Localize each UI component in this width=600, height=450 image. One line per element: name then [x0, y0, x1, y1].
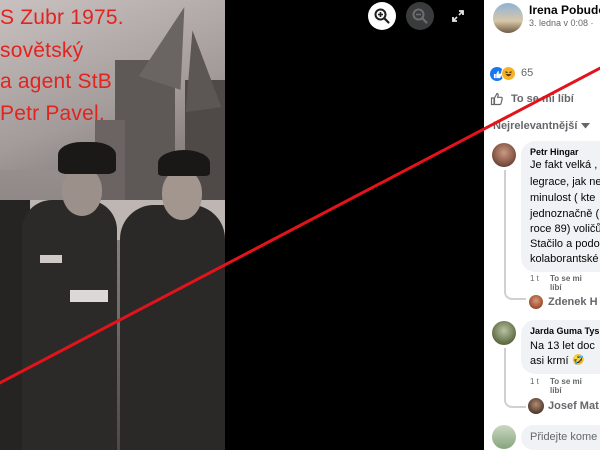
reactions-count[interactable]: 65	[521, 67, 533, 79]
zoom-in-icon	[374, 8, 390, 24]
post-date[interactable]: 3. ledna v 0:08 ·	[529, 18, 594, 28]
fullscreen-icon	[452, 10, 464, 22]
commenter-avatar[interactable]	[492, 143, 516, 167]
comment-author[interactable]: Jarda Guma Tys	[530, 326, 599, 336]
comment-text-line: asi krmí	[530, 355, 569, 367]
photo-caption-line: S Zubr 1975.	[0, 6, 124, 29]
photo-person-head	[62, 168, 102, 216]
photo-belt	[70, 290, 108, 302]
reply-avatar[interactable]	[528, 398, 544, 414]
comment-like-button[interactable]: To se mi líbí	[550, 274, 584, 292]
comment-input-placeholder: Přidejte kome	[530, 431, 598, 443]
photo-fur-cap	[58, 142, 116, 174]
post-photo: S Zubr 1975. sovětský a agent StB Petr P…	[0, 0, 225, 450]
haha-reaction-icon	[501, 66, 516, 81]
comment-time[interactable]: 1 t	[530, 377, 539, 386]
photo-person	[120, 205, 225, 450]
zoom-out-button[interactable]	[406, 2, 434, 30]
photo-caption-line: a agent StB	[0, 70, 112, 93]
reply-author[interactable]: Josef Mat	[548, 400, 599, 412]
laughing-emoji: 🤣	[572, 355, 585, 366]
like-icon	[490, 92, 503, 106]
fullscreen-button[interactable]	[444, 2, 472, 30]
reply-avatar[interactable]	[529, 295, 543, 309]
commenter-avatar[interactable]	[492, 321, 516, 345]
comment-time[interactable]: 1 t	[530, 274, 539, 283]
like-button[interactable]: To se mi líbí	[511, 93, 574, 105]
photo-viewer: S Zubr 1975. sovětský a agent StB Petr P…	[0, 0, 484, 450]
current-user-avatar[interactable]	[492, 425, 516, 449]
comment-composer[interactable]: Přidejte kome	[521, 425, 600, 450]
comment-sort-dropdown[interactable]: Nejrelevantnější	[493, 120, 577, 132]
comment-author[interactable]: Petr Hingar	[530, 147, 579, 157]
photo-person	[22, 200, 117, 450]
zoom-out-icon	[412, 8, 428, 24]
comment-like-button[interactable]: To se mi líbí	[550, 377, 584, 395]
zoom-in-button[interactable]	[368, 2, 396, 30]
comment-text-line: roce 89) voličů	[530, 223, 600, 235]
comment-text-line: jednoznačně (	[530, 208, 600, 220]
comment-text-line: Stačilo a podo	[530, 238, 600, 250]
comment-text-line: Na 13 let doc	[530, 340, 595, 352]
reply-thread-line	[504, 348, 526, 408]
comment-text-line: minulost ( kte	[530, 192, 596, 204]
reply-author[interactable]: Zdenek H	[548, 296, 598, 308]
photo-armband	[40, 255, 62, 263]
photo-officer-cap	[158, 150, 210, 176]
dropdown-arrow-icon	[581, 123, 590, 129]
post-details-panel: Irena Pobudo 3. ledna v 0:08 · 65 To se …	[484, 0, 600, 450]
author-avatar[interactable]	[493, 3, 523, 33]
photo-caption-line: Petr Pavel.	[0, 102, 105, 125]
reply-thread-line	[504, 170, 526, 300]
comment-text-line: legrace, jak ne	[530, 176, 600, 188]
post-author-name[interactable]: Irena Pobudo	[529, 3, 600, 17]
photo-person-head	[162, 170, 202, 220]
comment-text-line: kolaborantské	[530, 253, 599, 265]
comment-text-line: Je fakt velká ,	[530, 159, 598, 171]
photo-caption-line: sovětský	[0, 39, 84, 62]
